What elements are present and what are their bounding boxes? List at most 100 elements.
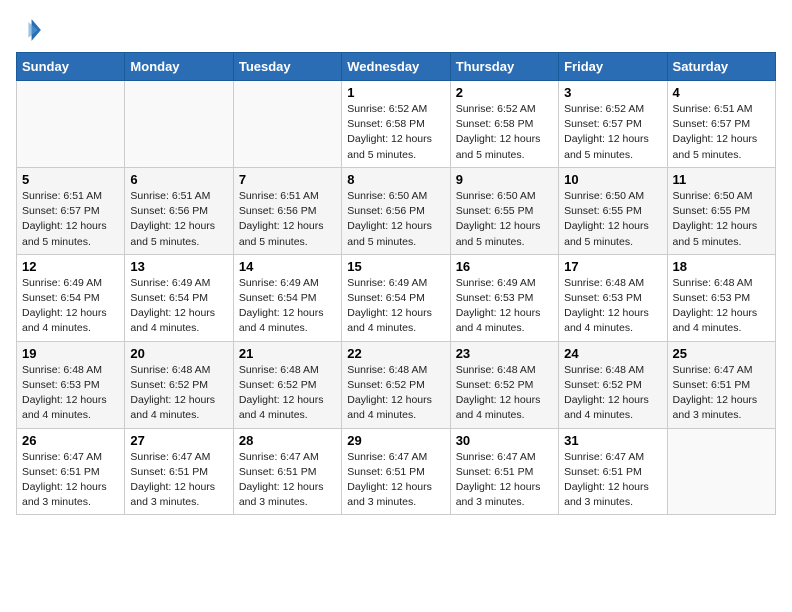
day-info: Sunrise: 6:49 AM Sunset: 6:53 PM Dayligh… [456, 276, 553, 337]
day-number: 15 [347, 259, 444, 274]
day-info: Sunrise: 6:49 AM Sunset: 6:54 PM Dayligh… [22, 276, 119, 337]
day-number: 10 [564, 172, 661, 187]
day-number: 31 [564, 433, 661, 448]
calendar-cell: 12 Sunrise: 6:49 AM Sunset: 6:54 PM Dayli… [17, 254, 125, 341]
day-number: 3 [564, 85, 661, 100]
calendar-cell: 7Sunrise: 6:51 AM Sunset: 6:56 PM Daylig… [233, 167, 341, 254]
day-number: 5 [22, 172, 119, 187]
day-info: Sunrise: 6:49 AM Sunset: 6:54 PM Dayligh… [347, 276, 444, 337]
calendar-cell [667, 428, 775, 515]
day-info: Sunrise: 6:49 AM Sunset: 6:54 PM Dayligh… [130, 276, 227, 337]
day-info: Sunrise: 6:48 AM Sunset: 6:52 PM Dayligh… [347, 363, 444, 424]
day-number: 8 [347, 172, 444, 187]
day-number: 11 [673, 172, 770, 187]
calendar-header-thursday: Thursday [450, 53, 558, 81]
day-info: Sunrise: 6:47 AM Sunset: 6:51 PM Dayligh… [22, 450, 119, 511]
day-number: 29 [347, 433, 444, 448]
calendar-cell: 25Sunrise: 6:47 AM Sunset: 6:51 PM Dayli… [667, 341, 775, 428]
day-info: Sunrise: 6:49 AM Sunset: 6:54 PM Dayligh… [239, 276, 336, 337]
day-number: 17 [564, 259, 661, 274]
day-info: Sunrise: 6:50 AM Sunset: 6:55 PM Dayligh… [564, 189, 661, 250]
calendar-cell: 16 Sunrise: 6:49 AM Sunset: 6:53 PM Dayli… [450, 254, 558, 341]
day-number: 18 [673, 259, 770, 274]
calendar-header-friday: Friday [559, 53, 667, 81]
calendar-table: SundayMondayTuesdayWednesdayThursdayFrid… [16, 52, 776, 515]
day-number: 21 [239, 346, 336, 361]
day-info: Sunrise: 6:48 AM Sunset: 6:52 PM Dayligh… [239, 363, 336, 424]
day-info: Sunrise: 6:48 AM Sunset: 6:53 PM Dayligh… [22, 363, 119, 424]
calendar-cell: 31 Sunrise: 6:47 AM Sunset: 6:51 PM Dayli… [559, 428, 667, 515]
calendar-cell: 14 Sunrise: 6:49 AM Sunset: 6:54 PM Dayli… [233, 254, 341, 341]
day-info: Sunrise: 6:48 AM Sunset: 6:52 PM Dayligh… [564, 363, 661, 424]
calendar-week-row: 26 Sunrise: 6:47 AM Sunset: 6:51 PM Dayli… [17, 428, 776, 515]
day-number: 25 [673, 346, 770, 361]
day-number: 12 [22, 259, 119, 274]
day-info: Sunrise: 6:48 AM Sunset: 6:53 PM Dayligh… [673, 276, 770, 337]
calendar-cell: 9Sunrise: 6:50 AM Sunset: 6:55 PM Daylig… [450, 167, 558, 254]
calendar-header-tuesday: Tuesday [233, 53, 341, 81]
calendar-cell: 24 Sunrise: 6:48 AM Sunset: 6:52 PM Dayli… [559, 341, 667, 428]
day-info: Sunrise: 6:51 AM Sunset: 6:56 PM Dayligh… [130, 189, 227, 250]
calendar-cell: 2 Sunrise: 6:52 AM Sunset: 6:58 PM Daylig… [450, 81, 558, 168]
calendar-cell: 13 Sunrise: 6:49 AM Sunset: 6:54 PM Dayli… [125, 254, 233, 341]
day-number: 14 [239, 259, 336, 274]
day-info: Sunrise: 6:47 AM Sunset: 6:51 PM Dayligh… [347, 450, 444, 511]
calendar-cell: 22 Sunrise: 6:48 AM Sunset: 6:52 PM Dayli… [342, 341, 450, 428]
day-info: Sunrise: 6:47 AM Sunset: 6:51 PM Dayligh… [564, 450, 661, 511]
calendar-cell: 4Sunrise: 6:51 AM Sunset: 6:57 PM Daylig… [667, 81, 775, 168]
calendar-week-row: 1 Sunrise: 6:52 AM Sunset: 6:58 PM Daylig… [17, 81, 776, 168]
calendar-week-row: 12 Sunrise: 6:49 AM Sunset: 6:54 PM Dayli… [17, 254, 776, 341]
day-number: 22 [347, 346, 444, 361]
calendar-week-row: 5 Sunrise: 6:51 AM Sunset: 6:57 PM Daylig… [17, 167, 776, 254]
calendar-cell: 8 Sunrise: 6:50 AM Sunset: 6:56 PM Daylig… [342, 167, 450, 254]
calendar-header-saturday: Saturday [667, 53, 775, 81]
day-number: 24 [564, 346, 661, 361]
day-number: 16 [456, 259, 553, 274]
calendar-header-wednesday: Wednesday [342, 53, 450, 81]
day-number: 20 [130, 346, 227, 361]
calendar-cell [17, 81, 125, 168]
day-info: Sunrise: 6:48 AM Sunset: 6:53 PM Dayligh… [564, 276, 661, 337]
day-info: Sunrise: 6:50 AM Sunset: 6:55 PM Dayligh… [456, 189, 553, 250]
calendar-cell: 17 Sunrise: 6:48 AM Sunset: 6:53 PM Dayli… [559, 254, 667, 341]
day-info: Sunrise: 6:50 AM Sunset: 6:56 PM Dayligh… [347, 189, 444, 250]
day-number: 23 [456, 346, 553, 361]
day-info: Sunrise: 6:52 AM Sunset: 6:57 PM Dayligh… [564, 102, 661, 163]
day-number: 6 [130, 172, 227, 187]
day-number: 26 [22, 433, 119, 448]
day-info: Sunrise: 6:50 AM Sunset: 6:55 PM Dayligh… [673, 189, 770, 250]
calendar-cell: 23 Sunrise: 6:48 AM Sunset: 6:52 PM Dayli… [450, 341, 558, 428]
day-info: Sunrise: 6:48 AM Sunset: 6:52 PM Dayligh… [456, 363, 553, 424]
day-info: Sunrise: 6:52 AM Sunset: 6:58 PM Dayligh… [347, 102, 444, 163]
calendar-header-sunday: Sunday [17, 53, 125, 81]
calendar-cell: 19 Sunrise: 6:48 AM Sunset: 6:53 PM Dayli… [17, 341, 125, 428]
calendar-cell: 11 Sunrise: 6:50 AM Sunset: 6:55 PM Dayli… [667, 167, 775, 254]
calendar-cell: 1 Sunrise: 6:52 AM Sunset: 6:58 PM Daylig… [342, 81, 450, 168]
logo-icon [16, 16, 44, 44]
calendar-cell: 6 Sunrise: 6:51 AM Sunset: 6:56 PM Daylig… [125, 167, 233, 254]
calendar-cell: 29 Sunrise: 6:47 AM Sunset: 6:51 PM Dayli… [342, 428, 450, 515]
day-number: 1 [347, 85, 444, 100]
calendar-cell: 26 Sunrise: 6:47 AM Sunset: 6:51 PM Dayli… [17, 428, 125, 515]
page-header [16, 16, 776, 44]
day-info: Sunrise: 6:48 AM Sunset: 6:52 PM Dayligh… [130, 363, 227, 424]
day-number: 30 [456, 433, 553, 448]
calendar-cell: 20 Sunrise: 6:48 AM Sunset: 6:52 PM Dayli… [125, 341, 233, 428]
calendar-week-row: 19 Sunrise: 6:48 AM Sunset: 6:53 PM Dayli… [17, 341, 776, 428]
day-info: Sunrise: 6:52 AM Sunset: 6:58 PM Dayligh… [456, 102, 553, 163]
day-number: 4 [673, 85, 770, 100]
day-number: 13 [130, 259, 227, 274]
calendar-cell: 27Sunrise: 6:47 AM Sunset: 6:51 PM Dayli… [125, 428, 233, 515]
day-number: 2 [456, 85, 553, 100]
calendar-cell: 21 Sunrise: 6:48 AM Sunset: 6:52 PM Dayli… [233, 341, 341, 428]
day-info: Sunrise: 6:51 AM Sunset: 6:56 PM Dayligh… [239, 189, 336, 250]
calendar-cell [233, 81, 341, 168]
calendar-cell: 18 Sunrise: 6:48 AM Sunset: 6:53 PM Dayli… [667, 254, 775, 341]
calendar-header-monday: Monday [125, 53, 233, 81]
calendar-cell: 3 Sunrise: 6:52 AM Sunset: 6:57 PM Daylig… [559, 81, 667, 168]
day-info: Sunrise: 6:51 AM Sunset: 6:57 PM Dayligh… [22, 189, 119, 250]
day-number: 28 [239, 433, 336, 448]
day-number: 19 [22, 346, 119, 361]
calendar-cell: 15 Sunrise: 6:49 AM Sunset: 6:54 PM Dayli… [342, 254, 450, 341]
calendar-cell: 28Sunrise: 6:47 AM Sunset: 6:51 PM Dayli… [233, 428, 341, 515]
